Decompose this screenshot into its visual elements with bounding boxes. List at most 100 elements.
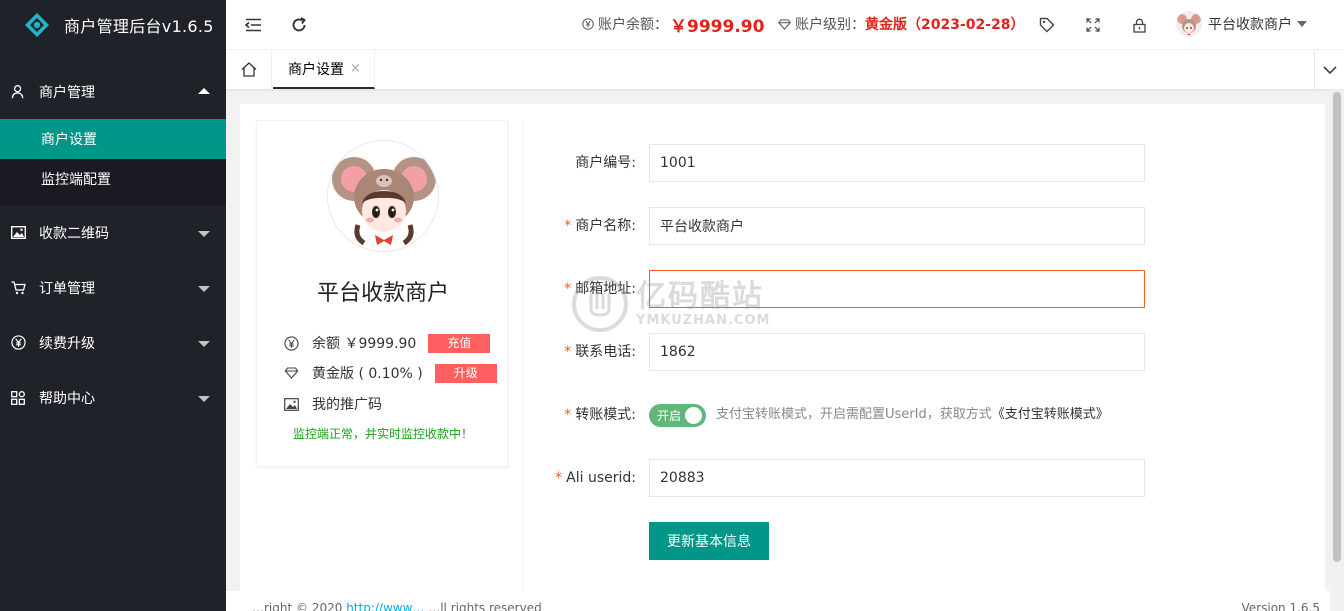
transfer-mode-label: * 转账模式:	[564, 396, 636, 434]
form-row-merchant-id: 商户编号:	[523, 144, 1312, 182]
profile-balance-row: 余额 ￥9999.90 充值	[283, 333, 491, 353]
required-mark: *	[564, 407, 572, 423]
profile-level-row: 黄金版 ( 0.10% ) 升级	[283, 363, 497, 383]
sidebar-item-orders[interactable]: 订单管理	[0, 260, 226, 315]
tab-more-button[interactable]	[1314, 50, 1344, 89]
logo-icon	[25, 13, 49, 37]
required-mark: *	[555, 470, 563, 486]
diamond-icon	[778, 18, 791, 31]
user-menu[interactable]: 平台收款商户	[1176, 0, 1307, 48]
toggle-knob	[685, 407, 702, 424]
transfer-mode-toggle[interactable]: 开启	[649, 404, 706, 427]
email-label: * 邮箱地址:	[564, 270, 636, 308]
copyright: …right © 2020 http://www… …ll rights res…	[252, 601, 542, 611]
label-text: 商户名称:	[575, 218, 636, 234]
image-icon	[10, 225, 26, 241]
promo-code-link[interactable]: 我的推广码	[312, 394, 382, 414]
close-icon[interactable]: ×	[350, 61, 361, 76]
sidebar-subitem-monitor-config[interactable]: 监控端配置	[0, 159, 226, 199]
copyright-suffix: …ll rights reserved	[424, 601, 542, 611]
profile-promo-row[interactable]: 我的推广码	[283, 394, 382, 414]
merchant-name-label: * 商户名称:	[564, 207, 636, 245]
sidebar-item-label: 帮助中心	[39, 390, 95, 407]
sidebar-item-label: 订单管理	[39, 280, 95, 297]
sidebar-item-label: 收款二维码	[39, 225, 109, 242]
label-text: 联系电话:	[575, 344, 636, 360]
nav-group-merchant: 商户管理 商户设置 监控端配置	[0, 64, 226, 205]
copyright-text: …right © 2020	[252, 601, 347, 611]
fullscreen-icon	[1086, 18, 1100, 32]
avatar	[1176, 11, 1202, 37]
vertical-scrollbar[interactable]	[1330, 90, 1344, 611]
home-tab[interactable]	[226, 50, 272, 89]
chevron-down-icon	[198, 285, 210, 292]
form-row-ali-userid: * Ali userid:	[523, 459, 1312, 497]
label-text: Ali userid:	[566, 470, 636, 486]
sidebar: 商户管理后台v1.6.5 商户管理 商户设置 监控端配置 收款二维码 订单管理	[0, 0, 226, 611]
tab-merchant-settings[interactable]: 商户设置 ×	[273, 50, 375, 89]
phone-label: * 联系电话:	[564, 333, 636, 371]
fullscreen-button[interactable]	[1083, 15, 1103, 35]
required-mark: *	[564, 218, 572, 234]
sidebar-item-label: 商户管理	[39, 84, 95, 101]
sidebar-item-qrcode[interactable]: 收款二维码	[0, 205, 226, 260]
update-info-button[interactable]: 更新基本信息	[649, 522, 769, 560]
profile-balance: 余额 ￥9999.90	[312, 336, 417, 352]
merchant-id-input[interactable]	[649, 144, 1145, 182]
sidebar-item-help[interactable]: 帮助中心	[0, 370, 226, 425]
tab-bar: 商户设置 ×	[226, 50, 1344, 90]
ali-userid-input[interactable]	[649, 459, 1145, 497]
merchant-form: 商户编号: *商户名称: *邮箱地址: *联系电话: *转账模式: 开启 支付宝…	[522, 120, 1311, 611]
footer: …right © 2020 http://www… …ll rights res…	[226, 591, 1330, 611]
monitor-status: 监控端正常，并实时监控收款中！	[292, 427, 473, 441]
tag-button[interactable]	[1037, 15, 1057, 35]
user-name: 平台收款商户	[1208, 17, 1292, 33]
upgrade-button[interactable]: 升级	[434, 363, 497, 383]
merchant-name-input[interactable]	[649, 207, 1145, 245]
level-value: 黄金版（2023-02-28）	[865, 17, 1025, 33]
account-balance: 账户余额： ￥9999.90	[581, 0, 764, 48]
form-row-transfer-mode: * 转账模式: 开启 支付宝转账模式，开启需配置UserId，获取方式《支付宝转账…	[523, 396, 1312, 434]
sidebar-subitem-merchant-settings[interactable]: 商户设置	[0, 119, 226, 159]
description-text: 支付宝转账模式，开启需配置UserId，获取方式	[716, 407, 992, 422]
scrollbar-thumb[interactable]	[1333, 92, 1341, 562]
account-level: 账户级别： 黄金版（2023-02-28）	[778, 0, 1025, 48]
submenu-merchant: 商户设置 监控端配置	[0, 119, 226, 205]
level-label: 账户级别：	[795, 17, 865, 33]
balance-value: ￥9999.90	[670, 16, 765, 37]
footer-link[interactable]: http://www…	[346, 601, 424, 611]
yen-icon	[581, 18, 594, 31]
phone-input[interactable]	[649, 333, 1145, 371]
main-content: 平台收款商户 余额 ￥9999.90 充值 黄金版 ( 0.10% ) 升级 我…	[240, 104, 1325, 611]
sidebar-item-renewal[interactable]: 续费升级	[0, 315, 226, 370]
email-field[interactable]	[649, 270, 1145, 308]
tab-label: 商户设置	[288, 61, 344, 78]
chevron-down-icon	[198, 395, 210, 402]
lock-icon	[1132, 18, 1146, 33]
form-row-merchant-name: * 商户名称:	[523, 207, 1312, 245]
profile-name: 平台收款商户	[316, 281, 449, 306]
label-text: 邮箱地址:	[575, 281, 636, 297]
lock-screen-button[interactable]	[1129, 15, 1149, 35]
recharge-button[interactable]: 充值	[428, 333, 491, 353]
home-icon	[241, 62, 256, 77]
refresh-button[interactable]	[289, 15, 309, 35]
caret-down-icon	[1297, 21, 1307, 27]
refresh-icon	[292, 17, 306, 32]
balance-label: 账户余额：	[598, 17, 668, 33]
app-logo-bar: 商户管理后台v1.6.5	[0, 0, 226, 50]
sidebar-item-merchant-management[interactable]: 商户管理	[0, 64, 226, 119]
sidebar-item-label: 续费升级	[39, 335, 95, 352]
image-icon	[283, 396, 299, 412]
profile-level: 黄金版 ( 0.10% )	[312, 366, 423, 382]
alipay-guide-link[interactable]: 《支付宝转账模式》	[992, 407, 1109, 422]
form-row-phone: * 联系电话:	[523, 333, 1312, 371]
toggle-label: 开启	[657, 409, 682, 423]
menu-fold-button[interactable]	[243, 15, 263, 35]
transfer-mode-description: 支付宝转账模式，开启需配置UserId，获取方式《支付宝转账模式》	[716, 396, 1109, 434]
app-title: 商户管理后台v1.6.5	[64, 17, 214, 36]
required-mark: *	[564, 281, 572, 297]
ali-userid-label: * Ali userid:	[555, 459, 636, 497]
yen-icon	[283, 335, 299, 351]
chevron-down-icon	[1322, 65, 1337, 74]
